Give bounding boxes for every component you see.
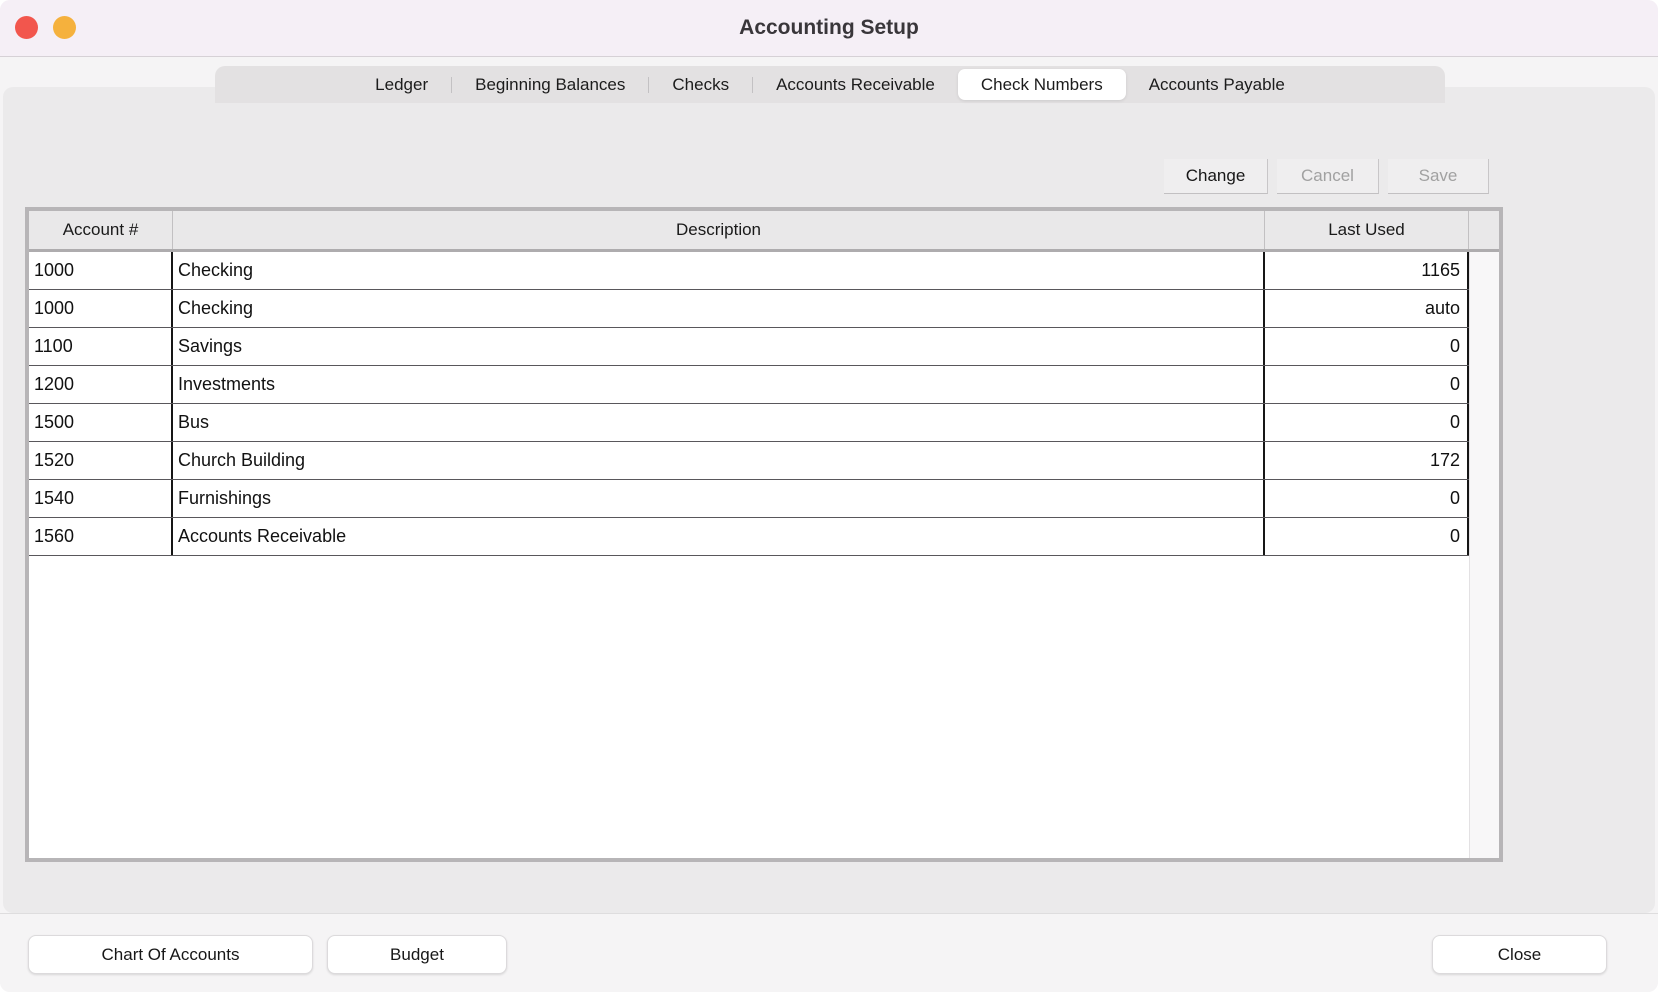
table-row[interactable]: 1560 Accounts Receivable 0 xyxy=(29,518,1469,556)
description-cell: Furnishings xyxy=(173,480,1265,517)
cancel-button[interactable]: Cancel xyxy=(1277,159,1379,194)
last-used-cell: 0 xyxy=(1265,328,1469,365)
save-button[interactable]: Save xyxy=(1388,159,1489,194)
table-row[interactable]: 1000 Checking auto xyxy=(29,290,1469,328)
account-cell: 1520 xyxy=(29,442,173,479)
column-header-account[interactable]: Account # xyxy=(29,211,173,249)
last-used-cell: 0 xyxy=(1265,366,1469,403)
table-row[interactable]: 1200 Investments 0 xyxy=(29,366,1469,404)
account-cell: 1000 xyxy=(29,252,173,289)
last-used-cell: 0 xyxy=(1265,404,1469,441)
account-cell: 1100 xyxy=(29,328,173,365)
tab-beginning-balances[interactable]: Beginning Balances xyxy=(452,69,648,100)
edit-buttons-group: Change Cancel Save xyxy=(1164,159,1489,194)
tab-ledger[interactable]: Ledger xyxy=(352,69,451,100)
window-title: Accounting Setup xyxy=(0,0,1658,56)
last-used-cell: 0 xyxy=(1265,518,1469,555)
tab-accounts-payable[interactable]: Accounts Payable xyxy=(1126,69,1308,100)
table-header: Account # Description Last Used xyxy=(29,211,1499,252)
account-cell: 1200 xyxy=(29,366,173,403)
table-row[interactable]: 1500 Bus 0 xyxy=(29,404,1469,442)
budget-button[interactable]: Budget xyxy=(327,935,507,974)
account-cell: 1500 xyxy=(29,404,173,441)
description-cell: Investments xyxy=(173,366,1265,403)
titlebar: Accounting Setup xyxy=(0,0,1658,57)
table-row[interactable]: 1100 Savings 0 xyxy=(29,328,1469,366)
table-row[interactable]: 1520 Church Building 172 xyxy=(29,442,1469,480)
account-cell: 1000 xyxy=(29,290,173,327)
accounting-setup-window: Accounting Setup Ledger Beginning Balanc… xyxy=(0,0,1658,992)
check-numbers-table: Account # Description Last Used 1000 Che… xyxy=(25,207,1503,862)
tab-bar: Ledger Beginning Balances Checks Account… xyxy=(215,66,1445,103)
chart-of-accounts-button[interactable]: Chart Of Accounts xyxy=(28,935,313,974)
account-cell: 1540 xyxy=(29,480,173,517)
description-cell: Church Building xyxy=(173,442,1265,479)
description-cell: Checking xyxy=(173,252,1265,289)
table-rows: 1000 Checking 1165 1000 Checking auto 11… xyxy=(29,252,1469,858)
last-used-cell: 1165 xyxy=(1265,252,1469,289)
table-row[interactable]: 1000 Checking 1165 xyxy=(29,252,1469,290)
tab-check-numbers[interactable]: Check Numbers xyxy=(958,69,1126,100)
change-button[interactable]: Change xyxy=(1164,159,1268,194)
last-used-cell: auto xyxy=(1265,290,1469,327)
description-cell: Bus xyxy=(173,404,1265,441)
account-cell: 1560 xyxy=(29,518,173,555)
description-cell: Accounts Receivable xyxy=(173,518,1265,555)
column-header-spacer xyxy=(1469,211,1499,249)
tab-checks[interactable]: Checks xyxy=(649,69,752,100)
close-button[interactable]: Close xyxy=(1432,935,1607,974)
last-used-cell: 172 xyxy=(1265,442,1469,479)
description-cell: Savings xyxy=(173,328,1265,365)
vertical-scrollbar-track[interactable] xyxy=(1469,252,1499,858)
tab-accounts-receivable[interactable]: Accounts Receivable xyxy=(753,69,958,100)
column-header-description[interactable]: Description xyxy=(173,211,1265,249)
column-header-last-used[interactable]: Last Used xyxy=(1265,211,1469,249)
last-used-cell: 0 xyxy=(1265,480,1469,517)
bottom-bar: Chart Of Accounts Budget Close xyxy=(0,913,1658,992)
table-row[interactable]: 1540 Furnishings 0 xyxy=(29,480,1469,518)
description-cell: Checking xyxy=(173,290,1265,327)
table-body: 1000 Checking 1165 1000 Checking auto 11… xyxy=(29,252,1499,858)
